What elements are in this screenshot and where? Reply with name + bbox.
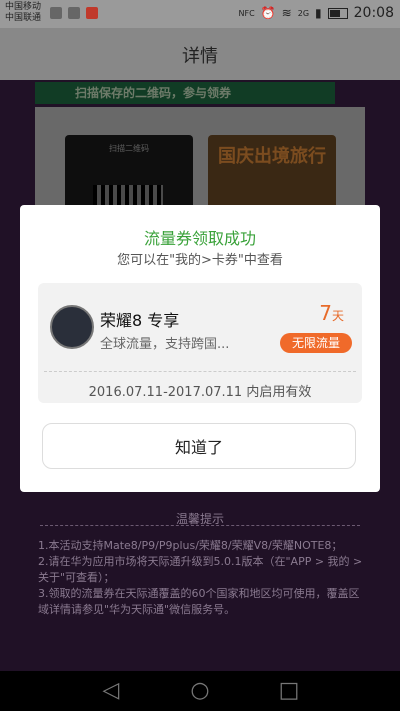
wifi-icon: ≋ bbox=[281, 6, 292, 20]
app-bar: 详情 bbox=[0, 28, 400, 80]
nfc-icon: NFC bbox=[238, 8, 255, 18]
dialog-title: 流量券领取成功 bbox=[143, 229, 256, 248]
coupon-divider bbox=[44, 371, 356, 372]
tip-item: 3.领取的流量券在天际通覆盖的60个国家和地区均可使用，覆盖区域详情请参见"华为… bbox=[38, 587, 360, 616]
signal-label: 2G bbox=[297, 8, 310, 18]
carrier-2: 中国联通 bbox=[5, 13, 42, 23]
confirm-button[interactable]: 知道了 bbox=[42, 423, 356, 469]
clock: 20:08 bbox=[353, 5, 394, 21]
coupon-name: 荣耀8 专享 bbox=[100, 311, 180, 330]
alarm-icon: ⏰ bbox=[260, 6, 276, 20]
coupon-validity: 2016.07.11-2017.07.11 内启用有效 bbox=[88, 385, 312, 400]
dialog-subtitle: 您可以在"我的>卡券"中查看 bbox=[117, 253, 283, 268]
notification-icon bbox=[50, 7, 62, 19]
coupon-days-unit: 天 bbox=[331, 309, 344, 323]
page-title: 详情 bbox=[182, 46, 218, 67]
battery-icon bbox=[327, 7, 348, 19]
coupon-days: 7天 bbox=[319, 301, 344, 325]
recents-icon[interactable]: □ bbox=[275, 677, 303, 705]
success-dialog: 流量券领取成功 您可以在"我的>卡券"中查看 荣耀8 专享 全球流量，支持跨国.… bbox=[20, 205, 380, 492]
notification-icon bbox=[68, 7, 80, 19]
nav-bar: ◁ ○ □ bbox=[0, 671, 400, 711]
back-icon[interactable]: ◁ bbox=[97, 677, 125, 705]
carrier-1: 中国移动 bbox=[5, 2, 42, 12]
tip-item: 1.本活动支持Mate8/P9/P9plus/荣耀8/荣耀V8/荣耀NOTE8； bbox=[38, 539, 343, 552]
signal-icon: ▮ bbox=[315, 6, 322, 20]
home-icon[interactable]: ○ bbox=[186, 677, 214, 705]
coupon-description: 全球流量，支持跨国... bbox=[100, 337, 230, 352]
status-bar: 中国移动 中国联通 NFC ⏰ ≋ 2G ▮ 20:08 bbox=[0, 0, 400, 28]
unlimited-badge: 无限流量 bbox=[280, 333, 352, 353]
notification-icon bbox=[86, 7, 98, 19]
coupon-days-value: 7 bbox=[319, 301, 332, 325]
notification-icons bbox=[50, 7, 98, 19]
phone-thumbnail bbox=[50, 305, 94, 349]
tip-item: 2.请在华为应用市场将天际通升级到5.0.1版本（在"APP > 我的 > 关于… bbox=[38, 555, 363, 584]
system-icons: NFC ⏰ ≋ 2G ▮ 20:08 bbox=[239, 5, 394, 21]
tips-divider bbox=[40, 525, 360, 526]
coupon-card: 荣耀8 专享 全球流量，支持跨国... 7天 无限流量 2016.07.11-2… bbox=[38, 283, 362, 403]
carrier-info: 中国移动 中国联通 bbox=[5, 2, 41, 24]
tips-list: 1.本活动支持Mate8/P9/P9plus/荣耀8/荣耀V8/荣耀NOTE8；… bbox=[38, 538, 364, 618]
